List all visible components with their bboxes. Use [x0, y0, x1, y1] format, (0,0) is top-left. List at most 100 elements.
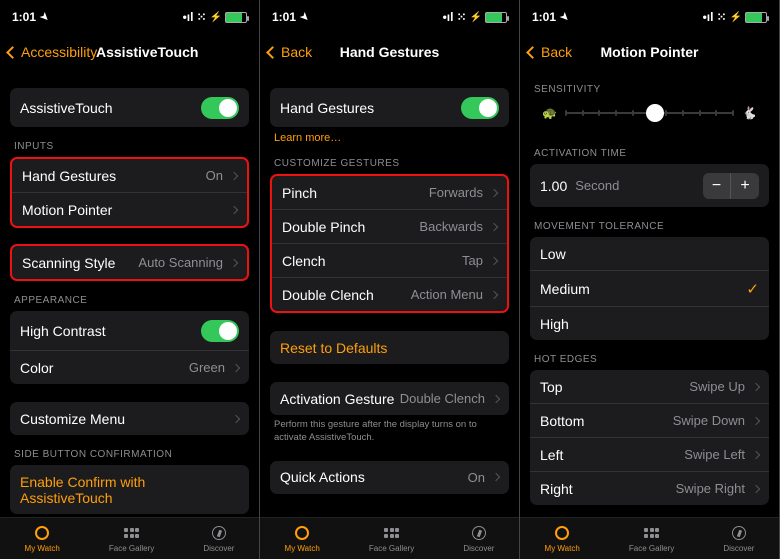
- tab-label: My Watch: [285, 544, 320, 553]
- tab-label: Face Gallery: [369, 544, 414, 553]
- increment-button[interactable]: +: [731, 173, 759, 199]
- edge-bottom-row[interactable]: Bottom Swipe Down: [530, 403, 769, 437]
- learn-more-link[interactable]: Learn more…: [270, 127, 509, 144]
- label: Quick Actions: [280, 469, 468, 485]
- gallery-icon: [124, 528, 139, 538]
- chevron-right-icon: [490, 222, 498, 230]
- edge-right-row[interactable]: Right Swipe Right: [530, 471, 769, 505]
- label: High Contrast: [20, 323, 201, 339]
- chevron-right-icon: [230, 205, 238, 213]
- tab-label: My Watch: [545, 544, 580, 553]
- panel-motion-pointer: 1:01➤ •ıl ⁙ ⚡ Back Motion Pointer SENSIT…: [520, 0, 780, 559]
- location-icon: ➤: [37, 10, 51, 24]
- sensitivity-slider[interactable]: 🐢 🐇: [530, 100, 769, 134]
- hand-gestures-toggle-row[interactable]: Hand Gestures: [270, 88, 509, 127]
- tolerance-low-row[interactable]: Low: [530, 237, 769, 270]
- edge-top-row[interactable]: Top Swipe Up: [530, 370, 769, 403]
- turtle-icon: 🐢: [542, 106, 557, 120]
- tolerance-high-row[interactable]: High: [530, 306, 769, 340]
- activation-gesture-row[interactable]: Activation Gesture Double Clench: [270, 382, 509, 415]
- clench-row[interactable]: Clench Tap: [272, 243, 507, 277]
- location-icon: ➤: [557, 10, 571, 24]
- chevron-left-icon: [266, 46, 279, 59]
- back-button[interactable]: Back: [528, 44, 572, 60]
- toggle-on-icon[interactable]: [461, 97, 499, 119]
- chevron-right-icon: [492, 394, 500, 402]
- chevron-right-icon: [752, 484, 760, 492]
- double-clench-row[interactable]: Double Clench Action Menu: [272, 277, 507, 311]
- customize-menu-row[interactable]: Customize Menu: [10, 402, 249, 435]
- toggle-on-icon[interactable]: [201, 97, 239, 119]
- pinch-row[interactable]: Pinch Forwards: [272, 176, 507, 209]
- tab-discover[interactable]: Discover: [723, 524, 754, 553]
- toggle-on-icon[interactable]: [201, 320, 239, 342]
- nav-bar: Accessibility AssistiveTouch: [0, 34, 259, 70]
- motion-pointer-row[interactable]: Motion Pointer: [12, 192, 247, 226]
- label: Scanning Style: [22, 255, 138, 271]
- group-activation-gesture: Activation Gesture Double Clench: [270, 382, 509, 415]
- tab-bar: My Watch Face Gallery Discover: [0, 517, 259, 559]
- group-customize-gestures: Pinch Forwards Double Pinch Backwards Cl…: [270, 174, 509, 313]
- tab-bar: My Watch Face Gallery Discover: [520, 517, 779, 559]
- tolerance-medium-row[interactable]: Medium✓: [530, 270, 769, 306]
- label: Color: [20, 360, 189, 376]
- chevron-right-icon: [230, 171, 238, 179]
- wifi-icon: ⁙: [456, 10, 466, 24]
- enable-confirm-row[interactable]: Enable Confirm with AssistiveTouch: [10, 465, 249, 514]
- movement-tolerance-header: MOVEMENT TOLERANCE: [530, 207, 769, 237]
- status-bar: 1:01➤ •ıl ⁙ ⚡: [520, 0, 779, 34]
- assistivetouch-toggle-row[interactable]: AssistiveTouch: [10, 88, 249, 127]
- gallery-icon: [644, 528, 659, 538]
- label: Reset to Defaults: [280, 340, 499, 356]
- chevron-right-icon: [490, 290, 498, 298]
- cg-header: CUSTOMIZE GESTURES: [270, 144, 509, 174]
- label: Enable Confirm with AssistiveTouch: [20, 474, 239, 506]
- label: Double Clench: [282, 287, 411, 303]
- group-scanning: Scanning Style Auto Scanning: [10, 244, 249, 281]
- tab-my-watch[interactable]: My Watch: [285, 524, 320, 553]
- nav-bar: Back Motion Pointer: [520, 34, 779, 70]
- hand-gestures-row[interactable]: Hand Gestures On: [12, 159, 247, 192]
- high-contrast-row[interactable]: High Contrast: [10, 311, 249, 350]
- color-row[interactable]: Color Green: [10, 350, 249, 384]
- activation-time-row: 1.00 Second − +: [530, 164, 769, 207]
- scanning-style-row[interactable]: Scanning Style Auto Scanning: [12, 246, 247, 279]
- status-time: 1:01: [272, 10, 296, 24]
- double-pinch-row[interactable]: Double Pinch Backwards: [272, 209, 507, 243]
- tab-face-gallery[interactable]: Face Gallery: [629, 524, 674, 553]
- inputs-header: INPUTS: [10, 127, 249, 157]
- tab-my-watch[interactable]: My Watch: [545, 524, 580, 553]
- tab-label: My Watch: [25, 544, 60, 553]
- decrement-button[interactable]: −: [703, 173, 731, 199]
- panel-hand-gestures: 1:01➤ •ıl ⁙ ⚡ Back Hand Gestures Hand Ge…: [260, 0, 520, 559]
- value: Auto Scanning: [138, 255, 223, 270]
- compass-icon: [732, 526, 746, 540]
- label: Double Pinch: [282, 219, 419, 235]
- back-button[interactable]: Accessibility: [8, 44, 97, 60]
- sensitivity-header: SENSITIVITY: [530, 70, 769, 100]
- group-movement-tolerance: Low Medium✓ High: [530, 237, 769, 340]
- label: Bottom: [540, 413, 673, 429]
- edge-left-row[interactable]: Left Swipe Left: [530, 437, 769, 471]
- tab-discover[interactable]: Discover: [203, 524, 234, 553]
- tab-label: Face Gallery: [629, 544, 674, 553]
- compass-icon: [472, 526, 486, 540]
- reset-defaults-row[interactable]: Reset to Defaults: [270, 331, 509, 364]
- back-button[interactable]: Back: [268, 44, 312, 60]
- value: Swipe Up: [689, 379, 745, 394]
- back-label: Back: [281, 44, 312, 60]
- battery-icon: [225, 12, 247, 23]
- value: Action Menu: [411, 287, 483, 302]
- slider-thumb[interactable]: [646, 104, 664, 122]
- tab-face-gallery[interactable]: Face Gallery: [369, 524, 414, 553]
- value: On: [468, 470, 485, 485]
- chevron-right-icon: [230, 258, 238, 266]
- tab-face-gallery[interactable]: Face Gallery: [109, 524, 154, 553]
- tab-bar: My Watch Face Gallery Discover: [260, 517, 519, 559]
- quick-actions-row[interactable]: Quick Actions On: [270, 461, 509, 494]
- chevron-left-icon: [6, 46, 19, 59]
- tab-my-watch[interactable]: My Watch: [25, 524, 60, 553]
- page-title: AssistiveTouch: [96, 44, 251, 60]
- tab-discover[interactable]: Discover: [463, 524, 494, 553]
- location-icon: ➤: [297, 10, 311, 24]
